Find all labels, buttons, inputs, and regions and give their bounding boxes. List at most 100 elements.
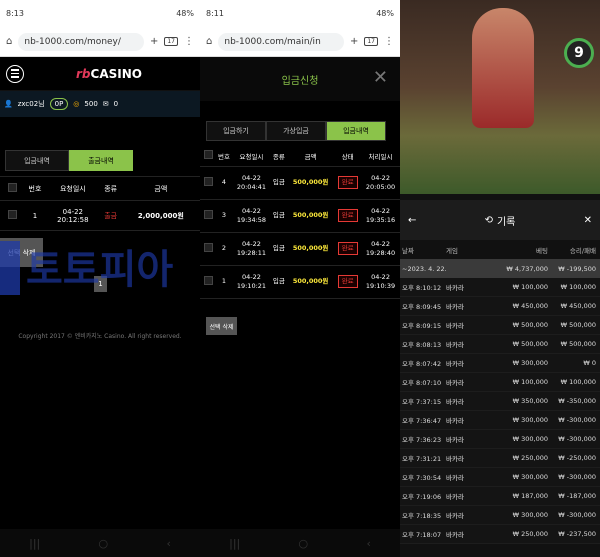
row-time: 오후 7:18:35 <box>402 512 442 520</box>
row-bet: ₩ 250,000 <box>512 530 548 538</box>
recent-apps-icon[interactable]: ||| <box>229 537 240 550</box>
col-amount: 금액 <box>121 176 200 201</box>
select-all-checkbox[interactable] <box>203 150 213 160</box>
table-row[interactable]: 3 04-22 19:34:58 입금 500,000원 완료 04-22 19:3… <box>200 199 400 233</box>
back-arrow-icon[interactable]: ← <box>408 215 416 226</box>
table-row[interactable]: 1 04-22 20:12:58 출금 2,000,000원 <box>0 200 200 231</box>
row-game: 바카라 <box>446 303 464 311</box>
row-checkbox[interactable] <box>7 210 17 219</box>
row-time: 오후 8:10:12 <box>402 284 442 292</box>
row-time: 오후 7:31:21 <box>402 455 442 463</box>
history-row[interactable]: 오후 8:07:42 바카라 ₩ 300,000 ₩ 0 <box>400 354 600 373</box>
row-checkbox[interactable] <box>203 242 213 252</box>
row-game: 바카라 <box>446 360 464 368</box>
row-winloss: ₩ 450,000 <box>560 302 596 310</box>
row-game: 바카라 <box>446 322 464 330</box>
history-row[interactable]: 오후 8:10:12 바카라 ₩ 100,000 ₩ 100,000 <box>400 278 600 297</box>
username: zxc02님 <box>17 100 45 108</box>
table-row[interactable]: 2 04-22 19:28:11 입금 500,000원 완료 04-22 19:2… <box>200 232 400 266</box>
history-row[interactable]: 오후 7:30:54 바카라 ₩ 300,000 ₩ -300,000 <box>400 468 600 487</box>
live-dealer-video: 9 <box>400 0 600 194</box>
home-button-icon[interactable]: ○ <box>99 537 109 550</box>
history-summary-row[interactable]: ~2023. 4. 22. ₩ 4,737,000 ₩ -199,500 <box>400 259 600 278</box>
user-icon: 👤 <box>4 100 13 108</box>
delete-selected-button[interactable]: 선택 삭제 <box>0 238 43 267</box>
history-row[interactable]: 오후 8:08:13 바카라 ₩ 500,000 ₩ 500,000 <box>400 335 600 354</box>
tab-deposit-history[interactable]: 입금내역 <box>326 121 386 141</box>
row-time: 오후 8:09:45 <box>402 303 442 311</box>
history-row[interactable]: 오후 7:18:07 바카라 ₩ 250,000 ₩ -237,500 <box>400 525 600 544</box>
row-winloss: ₩ 500,000 <box>560 321 596 329</box>
status-time: 8:11 <box>206 9 224 18</box>
row-processed: 04-22 20:05:00 <box>361 166 400 200</box>
row-bet: ₩ 500,000 <box>512 340 548 348</box>
mail-icon[interactable]: ✉ <box>103 100 109 108</box>
row-time: 오후 7:19:06 <box>402 493 442 501</box>
home-icon[interactable]: ⌂ <box>206 36 212 47</box>
col-winloss: 승리/패배 <box>569 246 596 255</box>
new-tab-icon[interactable]: + <box>350 36 358 47</box>
tab-withdrawal-history[interactable]: 출금내역 <box>69 150 133 171</box>
back-icon[interactable]: ‹ <box>166 537 170 550</box>
row-number: 1 <box>24 200 46 231</box>
history-row[interactable]: 오후 8:09:15 바카라 ₩ 500,000 ₩ 500,000 <box>400 316 600 335</box>
point-badge[interactable]: 0P <box>49 98 69 110</box>
history-row[interactable]: 오후 7:18:35 바카라 ₩ 300,000 ₩ -300,000 <box>400 506 600 525</box>
close-icon[interactable]: ✕ <box>373 67 388 88</box>
row-bet: ₩ 100,000 <box>512 283 548 291</box>
row-checkbox[interactable] <box>203 275 213 285</box>
row-checkbox[interactable] <box>203 176 213 186</box>
row-game: 바카라 <box>446 493 464 501</box>
tab-deposit-history[interactable]: 입금내역 <box>5 150 69 171</box>
tab-count-badge[interactable]: 17 <box>164 37 178 46</box>
more-menu-icon[interactable]: ⋮ <box>384 36 394 47</box>
row-datetime: 04-22 20:12:58 <box>46 200 100 231</box>
delete-selected-button[interactable]: 선택 삭제 <box>206 317 237 335</box>
url-field[interactable]: nb-1000.com/money/ <box>18 32 144 51</box>
row-time: 오후 7:37:15 <box>402 398 442 406</box>
select-all-checkbox[interactable] <box>7 183 17 192</box>
new-tab-icon[interactable]: + <box>150 36 158 47</box>
tab-deposit[interactable]: 입금하기 <box>206 121 266 141</box>
hamburger-menu-icon[interactable] <box>6 64 24 83</box>
row-game: 바카라 <box>446 474 464 482</box>
row-bet: ₩ 300,000 <box>512 416 548 424</box>
history-row[interactable]: 오후 7:37:15 바카라 ₩ 350,000 ₩ -350,000 <box>400 392 600 411</box>
more-menu-icon[interactable]: ⋮ <box>184 36 194 47</box>
col-number: 번호 <box>216 146 232 167</box>
tab-count-badge[interactable]: 17 <box>364 37 378 46</box>
history-row[interactable]: 오후 7:36:47 바카라 ₩ 300,000 ₩ -300,000 <box>400 411 600 430</box>
tab-virtual-deposit[interactable]: 가상입금 <box>266 121 326 141</box>
table-header: 번호 요청일시 종류 금액 <box>0 176 200 201</box>
close-icon[interactable]: ✕ <box>584 215 592 226</box>
row-bet: ₩ 300,000 <box>512 511 548 519</box>
history-row[interactable]: 오후 8:07:10 바카라 ₩ 100,000 ₩ 100,000 <box>400 373 600 392</box>
history-header: ← ⟲ 기록 ✕ <box>400 200 600 240</box>
row-bet: ₩ 300,000 <box>512 473 548 481</box>
history-row[interactable]: 오후 8:09:45 바카라 ₩ 450,000 ₩ 450,000 <box>400 297 600 316</box>
row-datetime: 04-22 19:10:21 <box>231 265 271 299</box>
url-field[interactable]: nb-1000.com/main/in <box>218 32 344 51</box>
row-bet: ₩ 450,000 <box>512 302 548 310</box>
status-badge: 완료 <box>337 209 358 222</box>
row-time: 오후 8:08:13 <box>402 341 442 349</box>
page-1-button[interactable]: 1 <box>94 276 107 292</box>
modal-title: 입금신청 <box>281 75 319 87</box>
row-winloss: ₩ -350,000 <box>558 397 596 405</box>
deposit-table: 번호 요청일시 종류 금액 상태 처리일시 4 04-22 20:04:41 입금… <box>200 146 400 299</box>
table-row[interactable]: 4 04-22 20:04:41 입금 500,000원 완료 04-22 20:0… <box>200 166 400 200</box>
site-logo[interactable]: rbCASINO <box>24 67 194 81</box>
history-row[interactable]: 오후 7:31:21 바카라 ₩ 250,000 ₩ -250,000 <box>400 449 600 468</box>
history-row[interactable]: 오후 7:19:06 바카라 ₩ 187,000 ₩ -187,000 <box>400 487 600 506</box>
row-checkbox[interactable] <box>203 209 213 219</box>
battery-level: 48% <box>176 9 194 18</box>
browser-url-bar: ⌂ nb-1000.com/main/in + 17 ⋮ <box>200 27 400 57</box>
row-game: 바카라 <box>446 417 464 425</box>
history-row[interactable]: 오후 7:36:23 바카라 ₩ 300,000 ₩ -300,000 <box>400 430 600 449</box>
home-icon[interactable]: ⌂ <box>6 36 12 47</box>
recent-apps-icon[interactable]: ||| <box>29 537 40 550</box>
home-button-icon[interactable]: ○ <box>299 537 309 550</box>
table-row[interactable]: 1 04-22 19:10:21 입금 500,000원 완료 04-22 19:1… <box>200 265 400 299</box>
row-winloss: ₩ -300,000 <box>558 473 596 481</box>
back-icon[interactable]: ‹ <box>366 537 370 550</box>
